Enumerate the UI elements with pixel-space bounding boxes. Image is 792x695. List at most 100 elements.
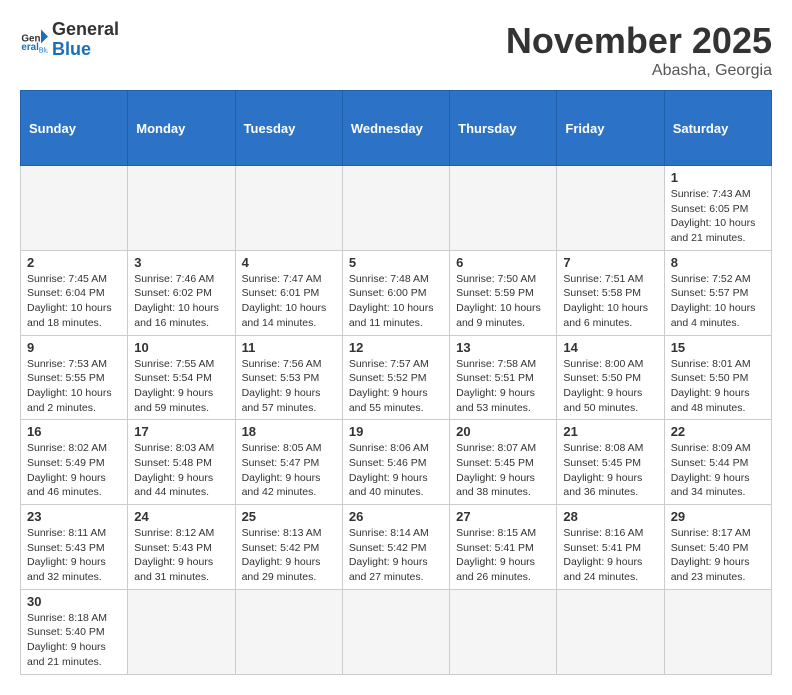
day-info: Sunrise: 8:14 AM Sunset: 5:42 PM Dayligh… <box>349 526 443 585</box>
day-number: 27 <box>456 509 550 524</box>
weekday-header: Monday <box>128 91 235 166</box>
day-number: 16 <box>27 424 121 439</box>
day-info: Sunrise: 8:11 AM Sunset: 5:43 PM Dayligh… <box>27 526 121 585</box>
month-title: November 2025 <box>506 20 772 62</box>
day-number: 7 <box>563 255 657 270</box>
calendar-day-cell: 18Sunrise: 8:05 AM Sunset: 5:47 PM Dayli… <box>235 420 342 505</box>
calendar-day-cell: 2 Sunrise: 7:45 AM Sunset: 6:04 PM Daylig… <box>21 250 128 335</box>
day-info: Sunrise: 7:48 AM Sunset: 6:00 PM Dayligh… <box>349 272 443 331</box>
day-info: Sunrise: 8:07 AM Sunset: 5:45 PM Dayligh… <box>456 441 550 500</box>
day-info: Sunrise: 7:58 AM Sunset: 5:51 PM Dayligh… <box>456 357 550 416</box>
day-info: Sunrise: 7:57 AM Sunset: 5:52 PM Dayligh… <box>349 357 443 416</box>
calendar-day-cell <box>235 166 342 251</box>
day-info: Sunrise: 8:17 AM Sunset: 5:40 PM Dayligh… <box>671 526 765 585</box>
day-info: Sunrise: 8:18 AM Sunset: 5:40 PM Dayligh… <box>27 611 121 670</box>
calendar-day-cell <box>128 589 235 674</box>
calendar-day-cell: 1 Sunrise: 7:43 AM Sunset: 6:05 PM Daylig… <box>664 166 771 251</box>
day-info: Sunrise: 8:16 AM Sunset: 5:41 PM Dayligh… <box>563 526 657 585</box>
day-info: Sunrise: 8:08 AM Sunset: 5:45 PM Dayligh… <box>563 441 657 500</box>
calendar-day-cell: 16 Sunrise: 8:02 AM Sunset: 5:49 PM Dayli… <box>21 420 128 505</box>
day-number: 3 <box>134 255 228 270</box>
calendar-day-cell: 20 Sunrise: 8:07 AM Sunset: 5:45 PM Dayli… <box>450 420 557 505</box>
calendar-day-cell <box>664 589 771 674</box>
calendar-week-row: 23 Sunrise: 8:11 AM Sunset: 5:43 PM Dayli… <box>21 505 772 590</box>
calendar-day-cell <box>342 166 449 251</box>
day-number: 28 <box>563 509 657 524</box>
calendar-week-row: 16 Sunrise: 8:02 AM Sunset: 5:49 PM Dayli… <box>21 420 772 505</box>
calendar-day-cell <box>557 589 664 674</box>
weekday-header: Friday <box>557 91 664 166</box>
calendar-day-cell: 4Sunrise: 7:47 AM Sunset: 6:01 PM Daylig… <box>235 250 342 335</box>
calendar-day-cell: 12 Sunrise: 7:57 AM Sunset: 5:52 PM Dayli… <box>342 335 449 420</box>
day-info: Sunrise: 7:45 AM Sunset: 6:04 PM Dayligh… <box>27 272 121 331</box>
day-info: Sunrise: 8:09 AM Sunset: 5:44 PM Dayligh… <box>671 441 765 500</box>
day-number: 1 <box>671 170 765 185</box>
day-info: Sunrise: 8:01 AM Sunset: 5:50 PM Dayligh… <box>671 357 765 416</box>
day-info: Sunrise: 7:53 AM Sunset: 5:55 PM Dayligh… <box>27 357 121 416</box>
calendar-day-cell <box>128 166 235 251</box>
calendar-day-cell: 6 Sunrise: 7:50 AM Sunset: 5:59 PM Daylig… <box>450 250 557 335</box>
calendar-day-cell <box>450 166 557 251</box>
calendar-day-cell <box>342 589 449 674</box>
day-info: Sunrise: 8:00 AM Sunset: 5:50 PM Dayligh… <box>563 357 657 416</box>
calendar-day-cell: 17Sunrise: 8:03 AM Sunset: 5:48 PM Dayli… <box>128 420 235 505</box>
logo-icon: Gen eral Blue <box>20 26 48 54</box>
calendar-day-cell: 10 Sunrise: 7:55 AM Sunset: 5:54 PM Dayli… <box>128 335 235 420</box>
day-info: Sunrise: 7:52 AM Sunset: 5:57 PM Dayligh… <box>671 272 765 331</box>
day-info: Sunrise: 7:43 AM Sunset: 6:05 PM Dayligh… <box>671 187 765 246</box>
day-number: 2 <box>27 255 121 270</box>
day-number: 25 <box>242 509 336 524</box>
calendar-day-cell <box>21 166 128 251</box>
day-number: 24 <box>134 509 228 524</box>
day-info: Sunrise: 8:13 AM Sunset: 5:42 PM Dayligh… <box>242 526 336 585</box>
calendar-day-cell: 9 Sunrise: 7:53 AM Sunset: 5:55 PM Daylig… <box>21 335 128 420</box>
day-number: 19 <box>349 424 443 439</box>
day-number: 23 <box>27 509 121 524</box>
day-info: Sunrise: 7:50 AM Sunset: 5:59 PM Dayligh… <box>456 272 550 331</box>
day-number: 17 <box>134 424 228 439</box>
day-info: Sunrise: 8:15 AM Sunset: 5:41 PM Dayligh… <box>456 526 550 585</box>
svg-text:Blue: Blue <box>39 47 48 53</box>
day-number: 13 <box>456 340 550 355</box>
calendar-day-cell: 29 Sunrise: 8:17 AM Sunset: 5:40 PM Dayli… <box>664 505 771 590</box>
calendar-day-cell: 28 Sunrise: 8:16 AM Sunset: 5:41 PM Dayli… <box>557 505 664 590</box>
day-number: 6 <box>456 255 550 270</box>
day-info: Sunrise: 7:46 AM Sunset: 6:02 PM Dayligh… <box>134 272 228 331</box>
logo-general: General <box>52 20 119 40</box>
day-info: Sunrise: 8:02 AM Sunset: 5:49 PM Dayligh… <box>27 441 121 500</box>
calendar-day-cell: 23 Sunrise: 8:11 AM Sunset: 5:43 PM Dayli… <box>21 505 128 590</box>
day-number: 9 <box>27 340 121 355</box>
day-number: 14 <box>563 340 657 355</box>
calendar-day-cell: 15Sunrise: 8:01 AM Sunset: 5:50 PM Dayli… <box>664 335 771 420</box>
day-number: 5 <box>349 255 443 270</box>
calendar-week-row: 9 Sunrise: 7:53 AM Sunset: 5:55 PM Daylig… <box>21 335 772 420</box>
calendar-day-cell: 24 Sunrise: 8:12 AM Sunset: 5:43 PM Dayli… <box>128 505 235 590</box>
location-title: Abasha, Georgia <box>506 62 772 80</box>
calendar-day-cell: 8 Sunrise: 7:52 AM Sunset: 5:57 PM Daylig… <box>664 250 771 335</box>
day-number: 29 <box>671 509 765 524</box>
calendar-day-cell: 21Sunrise: 8:08 AM Sunset: 5:45 PM Dayli… <box>557 420 664 505</box>
title-section: November 2025 Abasha, Georgia <box>506 20 772 80</box>
calendar-day-cell: 5 Sunrise: 7:48 AM Sunset: 6:00 PM Daylig… <box>342 250 449 335</box>
day-number: 12 <box>349 340 443 355</box>
calendar-day-cell: 26Sunrise: 8:14 AM Sunset: 5:42 PM Dayli… <box>342 505 449 590</box>
day-number: 10 <box>134 340 228 355</box>
svg-text:eral: eral <box>21 42 39 53</box>
day-number: 8 <box>671 255 765 270</box>
calendar-day-cell: 13 Sunrise: 7:58 AM Sunset: 5:51 PM Dayli… <box>450 335 557 420</box>
day-number: 22 <box>671 424 765 439</box>
calendar-day-cell: 19 Sunrise: 8:06 AM Sunset: 5:46 PM Dayli… <box>342 420 449 505</box>
day-number: 4 <box>242 255 336 270</box>
header: Gen eral Blue General Blue November 2025… <box>20 20 772 80</box>
logo-blue: Blue <box>52 40 119 60</box>
calendar-week-row: 30Sunrise: 8:18 AM Sunset: 5:40 PM Dayli… <box>21 589 772 674</box>
day-info: Sunrise: 7:55 AM Sunset: 5:54 PM Dayligh… <box>134 357 228 416</box>
calendar-day-cell: 30Sunrise: 8:18 AM Sunset: 5:40 PM Dayli… <box>21 589 128 674</box>
day-info: Sunrise: 8:06 AM Sunset: 5:46 PM Dayligh… <box>349 441 443 500</box>
weekday-header: Thursday <box>450 91 557 166</box>
calendar-day-cell: 11Sunrise: 7:56 AM Sunset: 5:53 PM Dayli… <box>235 335 342 420</box>
day-number: 20 <box>456 424 550 439</box>
weekday-header: Wednesday <box>342 91 449 166</box>
calendar-day-cell <box>450 589 557 674</box>
day-info: Sunrise: 8:12 AM Sunset: 5:43 PM Dayligh… <box>134 526 228 585</box>
